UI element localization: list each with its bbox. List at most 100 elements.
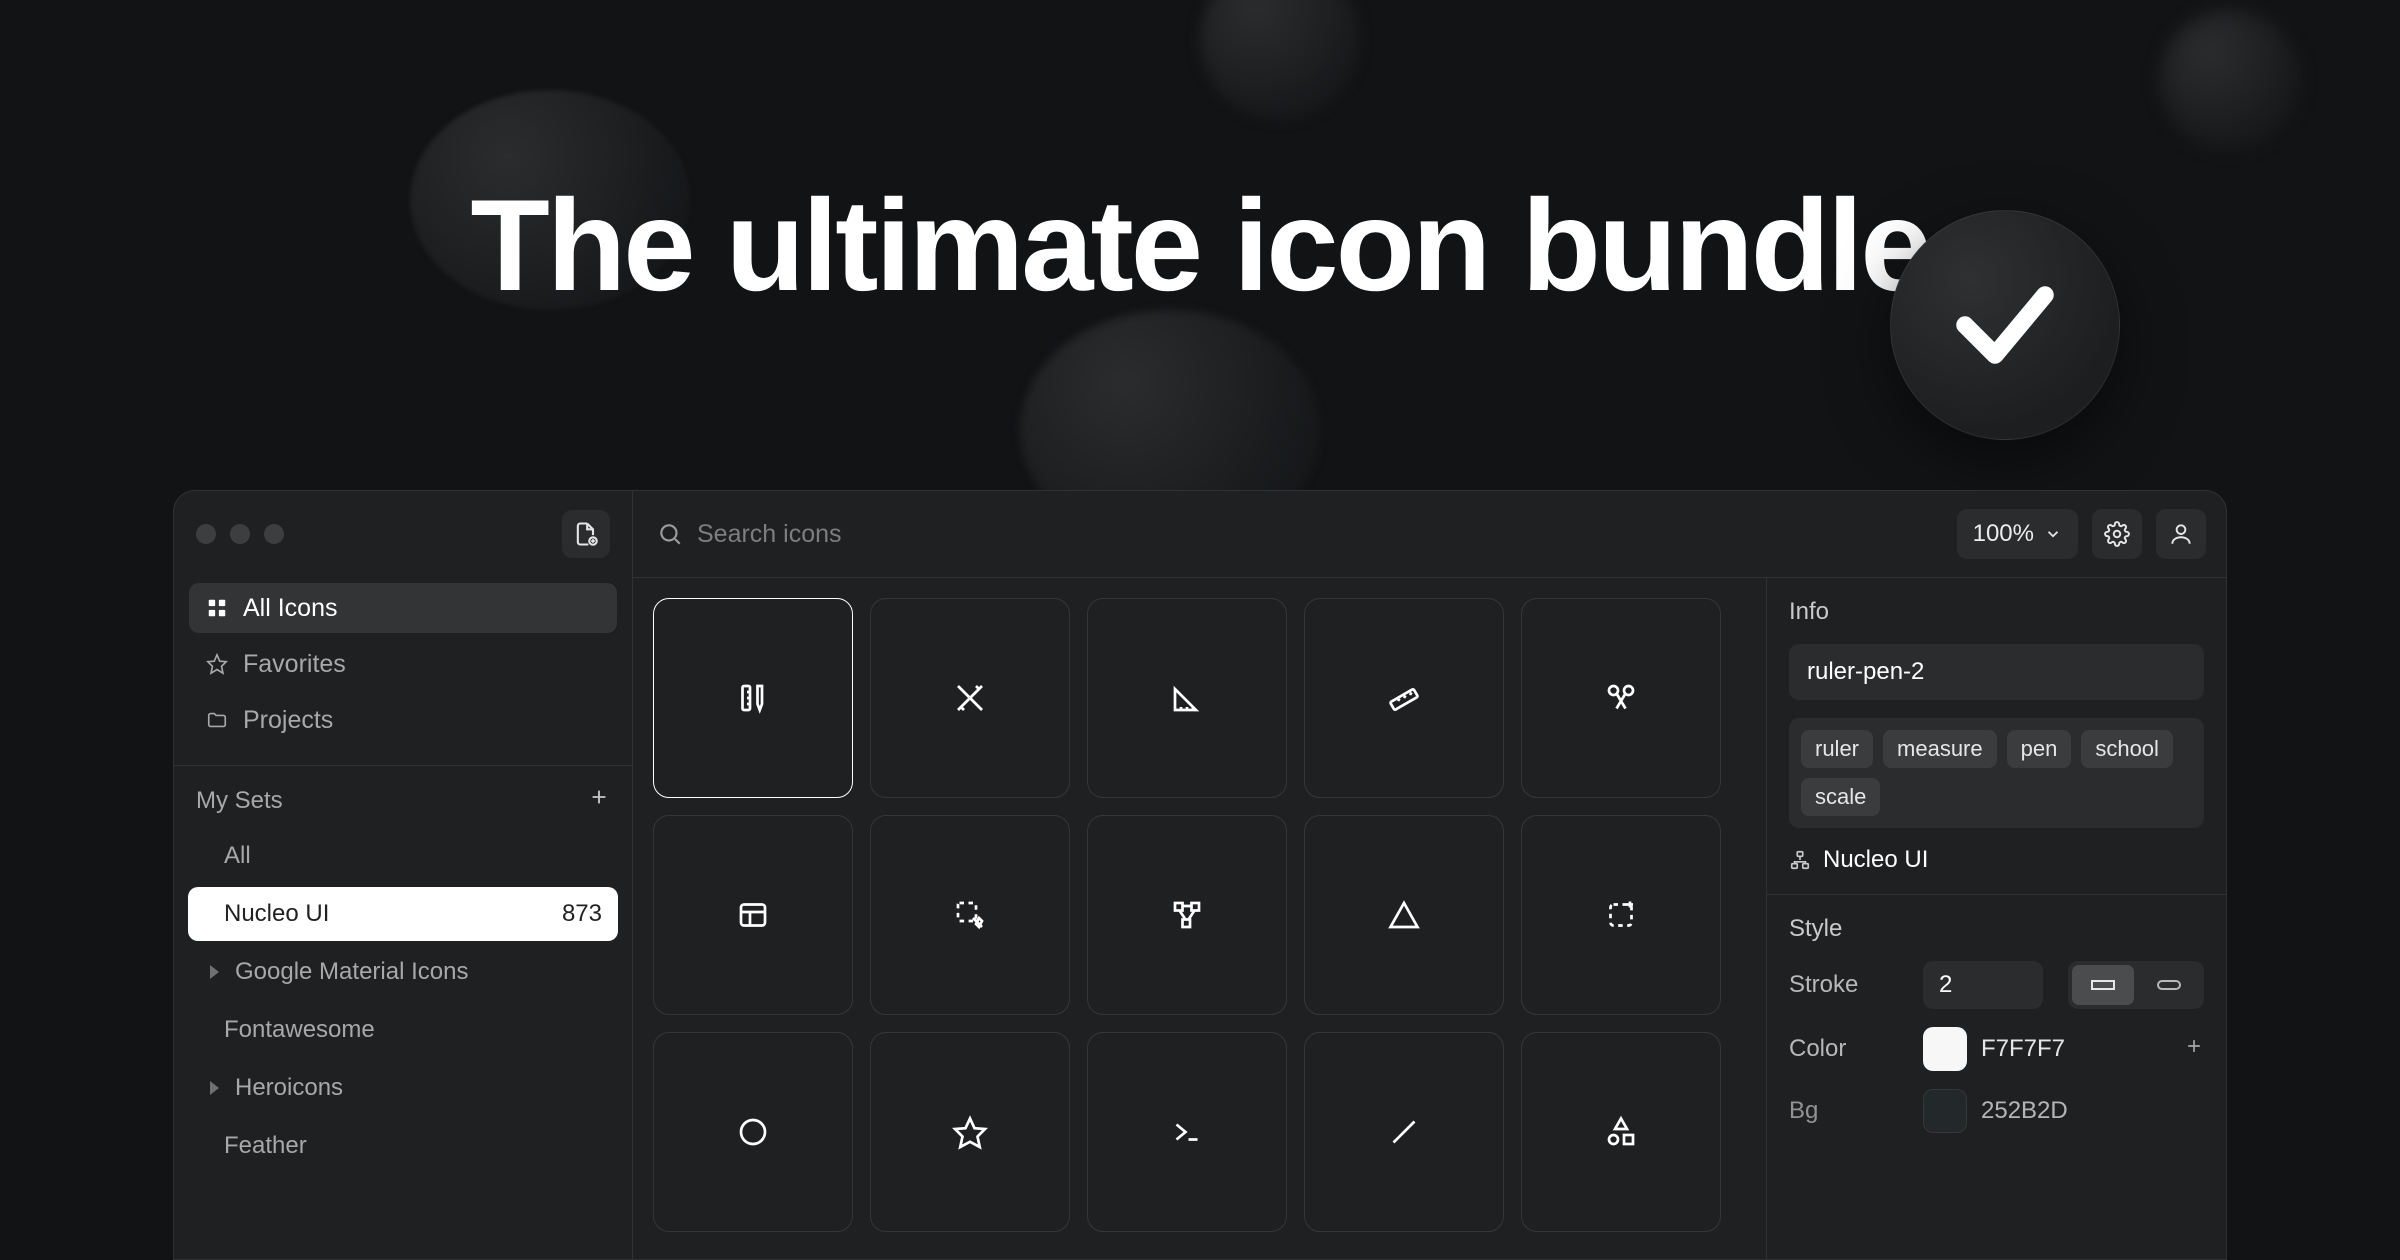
- icon-tile-terminal[interactable]: [1087, 1032, 1287, 1232]
- style-title: Style: [1789, 915, 2204, 943]
- set-item-feather[interactable]: Feather: [188, 1119, 618, 1173]
- cap-round-icon: [2154, 976, 2184, 994]
- dashed-square-plus-icon: [1603, 897, 1639, 933]
- set-item-nucleo-ui[interactable]: Nucleo UI 873: [188, 887, 618, 941]
- set-item-fontawesome[interactable]: Fontawesome: [188, 1003, 618, 1057]
- account-button[interactable]: [2156, 509, 2206, 559]
- sets-list: All Nucleo UI 873 Google Material Icons …: [174, 829, 632, 1173]
- icon-grid: [633, 578, 1766, 1259]
- traffic-zoom[interactable]: [264, 524, 284, 544]
- traffic-minimize[interactable]: [230, 524, 250, 544]
- file-plus-icon: [572, 520, 600, 548]
- settings-button[interactable]: [2092, 509, 2142, 559]
- tag[interactable]: scale: [1801, 778, 1880, 816]
- bg-row: Bg 252B2D: [1789, 1089, 2204, 1133]
- star-icon: [952, 1114, 988, 1150]
- section-title: My Sets: [196, 787, 283, 815]
- tag[interactable]: pen: [2007, 730, 2072, 768]
- icon-tile-vector-nodes[interactable]: [1087, 815, 1287, 1015]
- icon-name-value: ruler-pen-2: [1807, 658, 1924, 685]
- icon-tile-triangle-warning[interactable]: [1304, 815, 1504, 1015]
- icon-tile-pencil-ruler-cross[interactable]: [870, 598, 1070, 798]
- add-set-button[interactable]: [588, 786, 610, 815]
- layout-icon: [735, 897, 771, 933]
- gear-icon: [2104, 521, 2130, 547]
- stroke-row: Stroke 2: [1789, 961, 2204, 1009]
- icon-tile-select[interactable]: [870, 815, 1070, 1015]
- set-item-heroicons[interactable]: Heroicons: [188, 1061, 618, 1115]
- color-row: Color F7F7F7: [1789, 1027, 2204, 1071]
- bg-label: Bg: [1789, 1097, 1909, 1125]
- icon-tile-ruler-pen[interactable]: [653, 598, 853, 798]
- toolbar: 100%: [633, 491, 2226, 577]
- stroke-value: 2: [1939, 971, 1952, 998]
- cap-butt-button[interactable]: [2072, 965, 2134, 1005]
- set-label: Heroicons: [235, 1074, 343, 1102]
- color-hex[interactable]: F7F7F7: [1981, 1035, 2065, 1063]
- set-link[interactable]: Nucleo UI: [1789, 846, 2204, 874]
- tags-box[interactable]: ruler measure pen school scale: [1789, 718, 2204, 828]
- hero-title: The ultimate icon bundle: [470, 170, 1929, 320]
- set-item-all[interactable]: All: [188, 829, 618, 883]
- nav-favorites[interactable]: Favorites: [189, 639, 617, 689]
- zoom-dropdown[interactable]: 100%: [1957, 509, 2078, 559]
- tag[interactable]: ruler: [1801, 730, 1873, 768]
- info-title: Info: [1789, 598, 2204, 626]
- chevron-down-icon: [2044, 525, 2062, 543]
- tag[interactable]: measure: [1883, 730, 1997, 768]
- shapes-icon: [1603, 1114, 1639, 1150]
- window-traffic-lights[interactable]: [196, 524, 284, 544]
- set-item-google-material[interactable]: Google Material Icons: [188, 945, 618, 999]
- cap-butt-icon: [2088, 976, 2118, 994]
- nav-all-icons[interactable]: All Icons: [189, 583, 617, 633]
- icon-tile-line[interactable]: [1304, 1032, 1504, 1232]
- traffic-close[interactable]: [196, 524, 216, 544]
- check-icon: [1945, 265, 2065, 385]
- cap-round-button[interactable]: [2138, 965, 2200, 1005]
- icon-tile-ruler-triangle[interactable]: [1087, 598, 1287, 798]
- decorative-blob: [2160, 10, 2300, 150]
- nav-projects[interactable]: Projects: [189, 695, 617, 745]
- bg-hex[interactable]: 252B2D: [1981, 1097, 2068, 1125]
- search-input[interactable]: [697, 520, 1943, 549]
- grid-icon: [205, 596, 229, 620]
- icon-tile-ruler-diagonal[interactable]: [1304, 598, 1504, 798]
- search: [653, 520, 1943, 549]
- scissors-icon: [1603, 680, 1639, 716]
- icon-name-field[interactable]: ruler-pen-2: [1789, 644, 2204, 700]
- icon-tile-shapes[interactable]: [1521, 1032, 1721, 1232]
- tag[interactable]: school: [2081, 730, 2173, 768]
- divider: [1767, 894, 2226, 895]
- circle-icon: [735, 1114, 771, 1150]
- stroke-input[interactable]: 2: [1923, 961, 2043, 1009]
- stroke-cap-group: [2068, 961, 2204, 1009]
- icon-tile-layout[interactable]: [653, 815, 853, 1015]
- icon-tile-scissors[interactable]: [1521, 598, 1721, 798]
- color-swatch[interactable]: [1923, 1027, 1967, 1071]
- zoom-value: 100%: [1973, 520, 2034, 548]
- primary-nav: All Icons Favorites Projects: [174, 577, 632, 765]
- app-window: All Icons Favorites Projects My Sets: [173, 490, 2227, 1260]
- triangle-icon: [1386, 897, 1422, 933]
- inspector: Info ruler-pen-2 ruler measure pen schoo…: [1766, 578, 2226, 1259]
- line-icon: [1386, 1114, 1422, 1150]
- color-label: Color: [1789, 1035, 1909, 1063]
- bg-swatch[interactable]: [1923, 1089, 1967, 1133]
- icon-tile-dashed-square-plus[interactable]: [1521, 815, 1721, 1015]
- checkmark-badge: [1890, 210, 2120, 440]
- add-color-button[interactable]: [2184, 1035, 2204, 1063]
- nav-label: Projects: [243, 706, 333, 735]
- set-label: Google Material Icons: [235, 958, 468, 986]
- icon-tile-circle[interactable]: [653, 1032, 853, 1232]
- stroke-label: Stroke: [1789, 971, 1909, 999]
- user-icon: [2168, 521, 2194, 547]
- plus-icon: [2184, 1036, 2204, 1056]
- new-document-button[interactable]: [562, 510, 610, 558]
- pencil-ruler-cross-icon: [952, 680, 988, 716]
- vector-nodes-icon: [1169, 897, 1205, 933]
- sidebar: All Icons Favorites Projects My Sets: [174, 491, 633, 1259]
- select-icon: [952, 897, 988, 933]
- search-icon: [657, 521, 683, 547]
- set-label: Feather: [224, 1132, 307, 1160]
- icon-tile-star[interactable]: [870, 1032, 1070, 1232]
